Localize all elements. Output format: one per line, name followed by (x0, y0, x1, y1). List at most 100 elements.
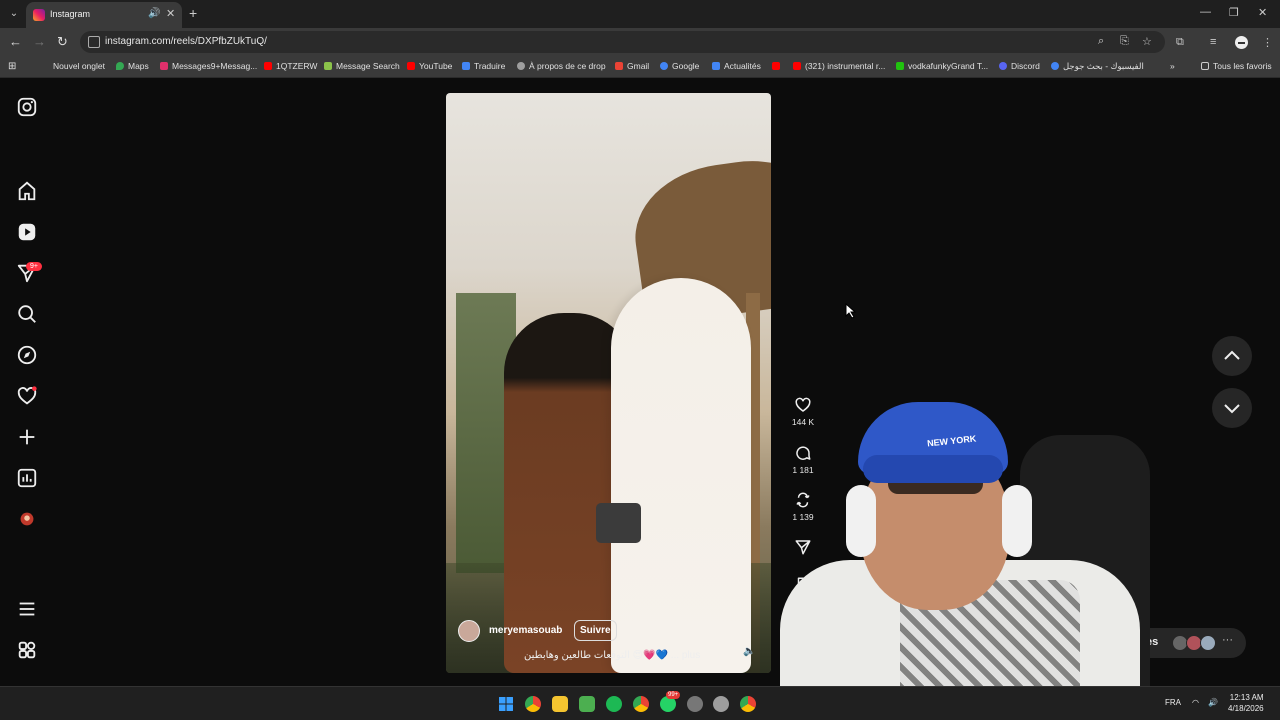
reload-icon[interactable]: ↻ (57, 34, 68, 50)
chrome-icon[interactable] (525, 696, 541, 712)
follow-button[interactable]: Suivre (574, 620, 617, 641)
reel-video[interactable]: meryemasouab Suivre التوقعات طالعين وهاب… (446, 93, 771, 673)
mouse-cursor-icon (845, 303, 857, 319)
app-icon[interactable] (687, 696, 703, 712)
home-icon[interactable] (16, 180, 38, 202)
system-clock[interactable]: 12:13 AM 4/18/2026 (1228, 692, 1264, 714)
bookmark-item[interactable] (772, 61, 784, 71)
browser-toolbar: ← → ↻ instagram.com/reels/DXPfbZUkTuQ/ ⌕… (0, 28, 1280, 56)
bookmark-item[interactable]: Actualités (712, 61, 761, 71)
back-icon[interactable]: ← (9, 34, 22, 49)
reel-username[interactable]: meryemasouab (489, 625, 562, 636)
install-icon[interactable]: ⎘ (1120, 35, 1129, 48)
bookmark-item[interactable]: Traduire (462, 61, 505, 71)
url-text: instagram.com/reels/DXPfbZUkTuQ/ (105, 36, 267, 47)
restore-icon[interactable]: ❐ (1229, 6, 1239, 19)
reel-author-avatar[interactable] (458, 620, 480, 642)
reels-icon[interactable] (16, 221, 38, 243)
clock-date: 4/18/2026 (1228, 704, 1264, 713)
notification-badge: 9+ (26, 262, 42, 271)
whatsapp-badge: 99+ (666, 691, 681, 699)
maps-icon (116, 62, 124, 70)
bookmark-item[interactable]: (321) instrumental r... (793, 61, 885, 71)
notifications-heart-icon[interactable] (16, 385, 38, 407)
bookmark-item[interactable]: Google (660, 61, 699, 71)
profile-avatar-icon[interactable] (16, 508, 38, 530)
instagram-favicon-icon (33, 9, 45, 21)
chrome-icon[interactable] (740, 696, 756, 712)
bookmark-item[interactable]: vodkafunkyGrand T... (896, 61, 988, 71)
google-icon (1051, 62, 1059, 70)
bookmark-item[interactable]: Maps (116, 61, 149, 71)
forward-icon[interactable]: → (33, 34, 46, 49)
spotify-icon[interactable] (606, 696, 622, 712)
new-tab-icon[interactable]: + (189, 5, 197, 21)
bookmark-item[interactable]: À propos de ce drop (517, 61, 606, 71)
windows-taskbar: 99+ FRA ◠ 🔊 12:13 AM 4/18/2026 (0, 686, 1280, 720)
bookmark-star-icon[interactable]: ☆ (1142, 35, 1152, 48)
profile-avatar[interactable] (1235, 36, 1248, 49)
instagram-icon (160, 62, 168, 70)
address-bar[interactable]: instagram.com/reels/DXPfbZUkTuQ/ ⌕ ⎘ ☆ (80, 31, 1165, 53)
youtube-icon (793, 62, 801, 70)
more-menu-icon[interactable] (16, 598, 38, 620)
previous-reel-button[interactable] (1212, 336, 1252, 376)
tab-instagram[interactable]: Instagram 🔊 ✕ (26, 2, 182, 28)
settings-icon[interactable] (713, 696, 729, 712)
more-icon: ··· (1222, 634, 1233, 646)
windows-start-icon[interactable] (498, 696, 514, 712)
apps-grid-icon[interactable]: ⊞ (8, 61, 16, 72)
tab-close-icon[interactable]: ✕ (166, 7, 175, 20)
discord-icon (999, 62, 1007, 70)
chrome-icon[interactable] (633, 696, 649, 712)
google-icon (660, 62, 668, 70)
search-icon[interactable] (16, 303, 38, 325)
tab-strip: ⌄ Instagram 🔊 ✕ + — ❐ ✕ (0, 0, 1280, 28)
zoom-icon[interactable]: ⌕ (1098, 35, 1104, 48)
app-icon[interactable] (579, 696, 595, 712)
kick-icon (896, 62, 904, 70)
close-window-icon[interactable]: ✕ (1258, 6, 1267, 19)
reel-caption[interactable]: التوقعات طالعين وهابطين 😍💗💙 ... plus (524, 650, 700, 661)
bookmark-item[interactable]: Discord (999, 61, 1040, 71)
chart-icon (324, 62, 332, 70)
tab-search-icon[interactable]: ⌄ (6, 6, 22, 22)
site-info-icon[interactable] (88, 36, 100, 48)
browser-menu-icon[interactable]: ⋮ (1262, 36, 1273, 49)
volume-icon[interactable]: 🔈 (743, 646, 755, 657)
extensions-icon[interactable]: ⧉ (1176, 36, 1184, 49)
clock-time: 12:13 AM (1229, 693, 1264, 702)
bookmark-item[interactable]: Message Search (324, 61, 400, 71)
instagram-sidebar: 9+ (0, 78, 54, 686)
wifi-icon[interactable]: ◠ (1192, 698, 1199, 707)
explore-icon[interactable] (16, 344, 38, 366)
bookmark-item[interactable]: YouTube (407, 61, 452, 71)
bookmark-item[interactable]: الفيسبوك - بحث جوجل (1051, 61, 1144, 72)
scene-person (611, 278, 751, 673)
next-reel-button[interactable] (1212, 388, 1252, 428)
webcam-cap-brim (863, 455, 1003, 483)
dashboard-icon[interactable] (16, 467, 38, 489)
news-icon (712, 62, 720, 70)
webcam-overlay: NEW YORK (770, 400, 1170, 720)
minimize-icon[interactable]: — (1200, 6, 1211, 18)
bookmark-item[interactable]: Messages9+Messag... (160, 61, 257, 71)
volume-tray-icon[interactable]: 🔊 (1208, 698, 1218, 707)
instagram-logo-icon[interactable] (16, 96, 38, 118)
more-bookmarks-icon[interactable]: » (1170, 61, 1175, 71)
tab-audio-icon[interactable]: 🔊 (148, 8, 160, 19)
bookmarks-bar: ⊞ Nouvel onglet Maps Messages9+Messag...… (0, 56, 1280, 78)
all-bookmarks-folder[interactable]: Tous les favoris (1201, 61, 1272, 71)
chevron-down-icon (1224, 404, 1240, 414)
file-explorer-icon[interactable] (552, 696, 568, 712)
bookmark-item[interactable]: Nouvel onglet (53, 61, 105, 71)
translate-icon (462, 62, 470, 70)
create-plus-icon[interactable] (16, 426, 38, 448)
language-indicator[interactable]: FRA (1165, 698, 1181, 707)
globe-icon (517, 62, 525, 70)
media-control-icon[interactable]: ≡ (1210, 36, 1216, 48)
bookmark-item[interactable]: Gmail (615, 61, 649, 71)
also-from-meta-icon[interactable] (16, 639, 38, 661)
contact-avatar (1200, 635, 1216, 651)
bookmark-item[interactable]: 1QTZERW (264, 61, 317, 71)
